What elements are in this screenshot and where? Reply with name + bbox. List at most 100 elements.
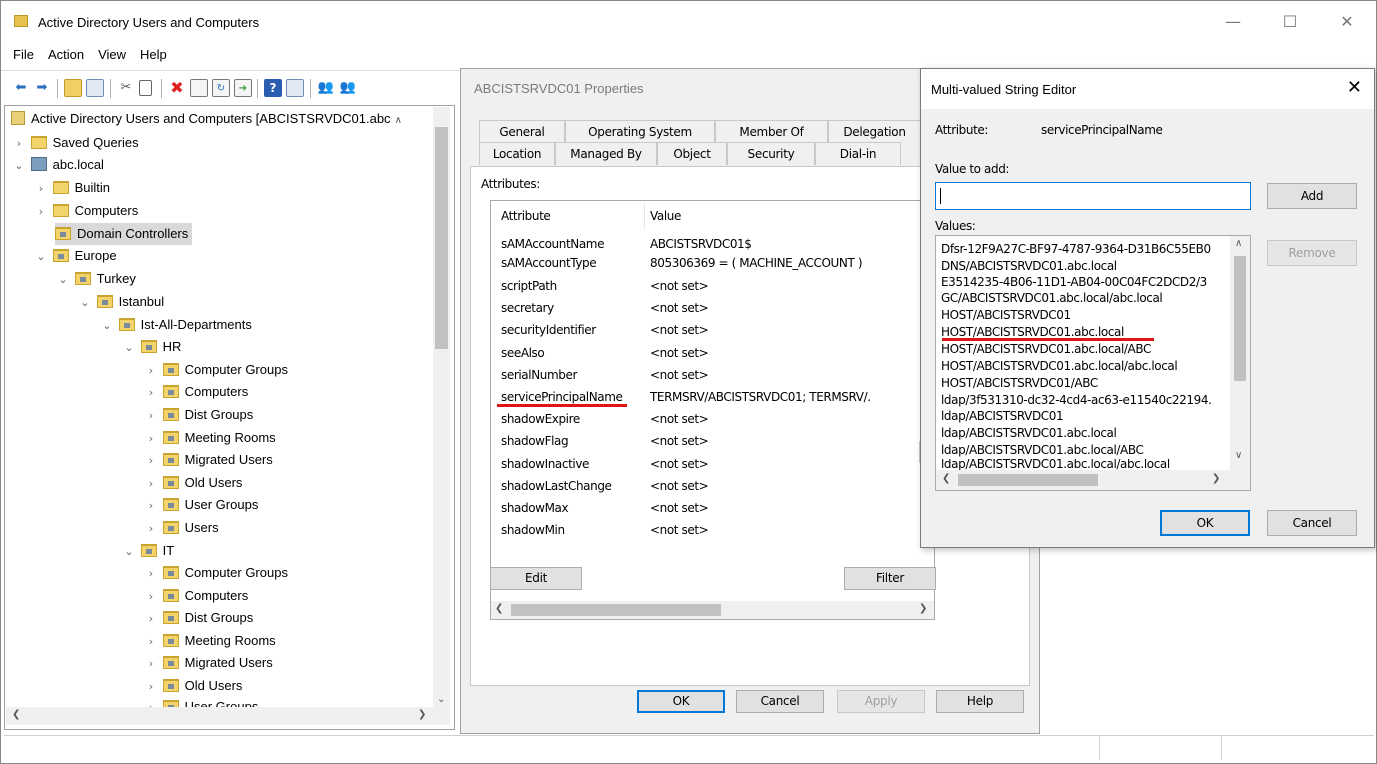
value-to-add-input[interactable] — [935, 182, 1251, 210]
close-icon[interactable]: ✕ — [1347, 77, 1362, 98]
tree-item[interactable]: ⌄ abc.local — [11, 154, 104, 176]
tab-member-of[interactable]: Member Of — [715, 120, 828, 143]
value-item[interactable]: HOST/ABCISTSRVDC01.abc.local/abc.local — [941, 358, 1178, 374]
scroll-left-icon[interactable]: ❮ — [12, 709, 20, 720]
value-item[interactable]: HOST/ABCISTSRVDC01 — [941, 307, 1071, 323]
menu-help[interactable]: Help — [133, 45, 174, 62]
tab-managed-by[interactable]: Managed By — [555, 142, 657, 165]
tab-dial-in[interactable]: Dial-in — [815, 142, 901, 165]
attribute-row[interactable]: shadowExpire <not set> — [491, 409, 921, 429]
attribute-row[interactable]: shadowFlag <not set> — [491, 431, 921, 451]
cut-icon[interactable]: ✂ — [117, 79, 135, 97]
tab-general[interactable]: General — [479, 120, 565, 143]
help-icon[interactable]: ? — [264, 79, 282, 97]
scroll-right-icon[interactable]: ❯ — [919, 603, 927, 614]
tree-root[interactable]: Active Directory Users and Computers [AB… — [11, 108, 402, 130]
tree-item[interactable]: ⌄ Europe — [33, 245, 116, 267]
tree-item[interactable]: › Dist Groups — [143, 404, 253, 426]
attribute-row[interactable]: shadowMin <not set> — [491, 520, 921, 540]
value-item[interactable]: HOST/ABCISTSRVDC01/ABC — [941, 375, 1098, 391]
scrollbar-thumb[interactable] — [1234, 256, 1246, 381]
maximize-button[interactable]: ☐ — [1275, 9, 1305, 35]
tree-item[interactable]: › Meeting Rooms — [143, 427, 276, 449]
column-header-attribute[interactable]: Attribute — [501, 209, 551, 223]
tree-horizontal-scrollbar[interactable]: ❮ ❯ — [6, 707, 450, 725]
tree-item-domain-controllers[interactable]: Domain Controllers — [55, 223, 193, 245]
remove-button[interactable]: Remove — [1267, 240, 1357, 266]
tab-location[interactable]: Location — [479, 142, 555, 165]
value-item[interactable]: HOST/ABCISTSRVDC01.abc.local/ABC — [941, 341, 1151, 357]
back-arrow-icon[interactable]: ⬅ — [12, 79, 30, 97]
tree-item[interactable]: ⌄ HR — [121, 336, 181, 358]
tree-item[interactable]: › Computers — [143, 381, 248, 403]
scrollbar-thumb[interactable] — [958, 474, 1098, 486]
tree-item[interactable]: ⌄ Turkey — [55, 268, 135, 290]
tree-item[interactable]: › Old Users — [143, 472, 243, 494]
value-item[interactable]: DNS/ABCISTSRVDC01.abc.local — [941, 258, 1117, 274]
copy-icon[interactable] — [139, 80, 152, 96]
value-item[interactable]: ldap/ABCISTSRVDC01.abc.local/ABC — [941, 442, 1144, 458]
forward-arrow-icon[interactable]: ➡ — [33, 79, 51, 97]
scroll-right-icon[interactable]: ❯ — [418, 709, 426, 720]
up-folder-icon[interactable] — [64, 79, 82, 97]
editor-cancel-button[interactable]: Cancel — [1267, 510, 1357, 536]
menu-view[interactable]: View — [91, 45, 133, 62]
editor-ok-button[interactable]: OK — [1160, 510, 1250, 536]
attribute-row[interactable]: seeAlso <not set> — [491, 343, 921, 363]
delete-icon[interactable]: ✖ — [168, 79, 186, 97]
ok-button[interactable]: OK — [637, 690, 725, 713]
value-item[interactable]: ldap/ABCISTSRVDC01 — [941, 408, 1064, 424]
menu-file[interactable]: File — [1, 45, 41, 62]
refresh-icon[interactable]: ↻ — [212, 79, 230, 97]
values-horizontal-scrollbar[interactable]: ❮ ❯ — [936, 470, 1250, 490]
value-item[interactable]: Dfsr-12F9A27C-BF97-4787-9364-D31B6C55EB0 — [941, 241, 1211, 257]
tree-item[interactable]: › User Groups — [143, 494, 259, 516]
minimize-button[interactable]: — — [1218, 9, 1248, 35]
attribute-row[interactable]: shadowMax <not set> — [491, 498, 921, 518]
tree-item[interactable]: › Builtin — [33, 177, 110, 199]
values-vertical-scrollbar[interactable]: ∧ ∨ — [1230, 236, 1250, 470]
export-list-icon[interactable]: ➔ — [234, 79, 252, 97]
scrollbar-thumb[interactable] — [511, 604, 721, 616]
add-group-icon[interactable]: 👥 — [339, 79, 357, 97]
scroll-up-icon[interactable]: ∧ — [1235, 238, 1242, 249]
tab-object[interactable]: Object — [657, 142, 727, 165]
tree-item[interactable]: ⌄ Ist-All-Departments — [99, 314, 251, 336]
cancel-button[interactable]: Cancel — [736, 690, 824, 713]
tree-vertical-scrollbar[interactable]: ⌄ — [433, 107, 450, 707]
tree-item[interactable]: › Computers — [143, 585, 248, 607]
help-button[interactable]: Help — [936, 690, 1024, 713]
filter-button[interactable]: Filter — [844, 567, 936, 590]
tree-item[interactable]: › Users — [143, 517, 219, 539]
tree-item[interactable]: › Migrated Users — [143, 652, 273, 674]
scroll-left-icon[interactable]: ❮ — [495, 603, 503, 614]
edit-button[interactable]: Edit — [490, 567, 582, 590]
tree-item[interactable]: › Migrated Users — [143, 449, 273, 471]
tree-item[interactable]: › Dist Groups — [143, 607, 253, 629]
tab-operating-system[interactable]: Operating System — [565, 120, 715, 143]
tree-item[interactable]: ⌄ IT — [121, 540, 174, 562]
tree-item[interactable]: › Computer Groups — [143, 562, 288, 584]
value-item[interactable]: E3514235-4B06-11D1-AB04-00C04FC2DCD2/3 — [941, 274, 1207, 290]
attribute-row[interactable]: shadowInactive <not set> — [491, 454, 921, 474]
tree-item[interactable]: ⌄ Istanbul — [77, 291, 164, 313]
add-button[interactable]: Add — [1267, 183, 1357, 209]
scroll-down-icon[interactable]: ∨ — [1235, 450, 1242, 461]
column-header-value[interactable]: Value — [650, 209, 681, 223]
attribute-row[interactable]: serialNumber <not set> — [491, 365, 921, 385]
console-icon[interactable] — [286, 79, 304, 97]
value-item[interactable]: GC/ABCISTSRVDC01.abc.local/abc.local — [941, 290, 1163, 306]
properties-icon[interactable] — [190, 79, 208, 97]
menu-action[interactable]: Action — [41, 45, 91, 62]
users-icon[interactable]: 👥 — [317, 79, 335, 97]
close-button[interactable]: ✕ — [1332, 9, 1362, 35]
value-item[interactable]: ldap/ABCISTSRVDC01.abc.local/abc.local — [941, 459, 1170, 470]
apply-button[interactable]: Apply — [837, 690, 925, 713]
attribute-row[interactable]: sAMAccountType 805306369 = ( MACHINE_ACCO… — [491, 253, 921, 273]
tab-delegation[interactable]: Delegation — [828, 120, 921, 143]
attribute-row[interactable]: scriptPath <not set> — [491, 276, 921, 296]
scrollbar-thumb[interactable] — [435, 127, 448, 349]
attribute-row[interactable]: shadowLastChange <not set> — [491, 476, 921, 496]
value-item[interactable]: ldap/3f531310-dc32-4cd4-ac63-e11540c2219… — [941, 392, 1212, 408]
attribute-row[interactable]: sAMAccountName ABCISTSRVDC01$ — [491, 234, 921, 254]
